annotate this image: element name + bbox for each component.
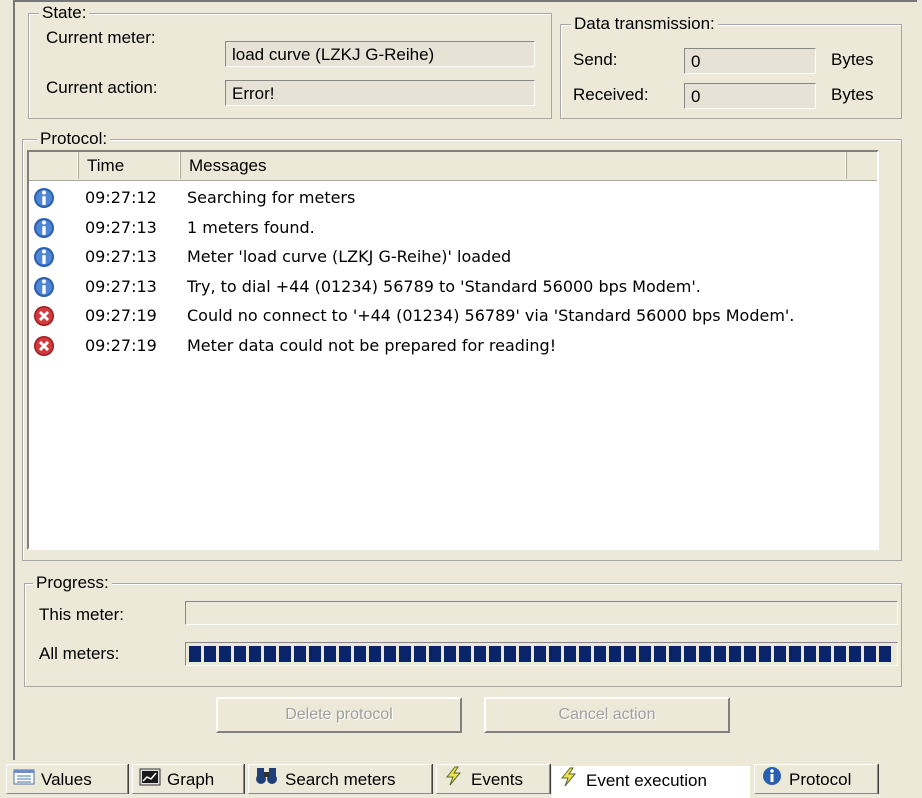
row-message: Meter data could not be prepared for rea… [187, 335, 557, 355]
tab-protocol-label: Protocol [789, 770, 852, 789]
tab-events[interactable]: Events [436, 764, 550, 794]
send-unit: Bytes [831, 50, 874, 69]
state-group: State: Current meter: load curve (LZKJ G… [28, 3, 552, 119]
tab-event-execution[interactable]: Event execution [552, 766, 750, 798]
received-field: 0 [684, 83, 816, 109]
tab-graph-label: Graph [167, 770, 215, 789]
state-group-title: State: [39, 3, 90, 23]
data-transmission-title: Data transmission: [571, 14, 718, 34]
column-header-time[interactable]: Time [79, 152, 181, 179]
column-header-icon[interactable] [29, 152, 79, 179]
row-message: Meter 'load curve (LZKJ G-Reihe)' loaded [187, 247, 512, 266]
info-icon [33, 187, 55, 209]
binoculars-icon [255, 766, 279, 796]
row-message: Could no connect to '+44 (01234) 56789' … [187, 306, 795, 325]
error-icon [33, 305, 55, 327]
tab-search-meters[interactable]: Search meters [248, 764, 432, 794]
tab-bar: Values Graph Search meters Events Event … [0, 760, 922, 798]
this-meter-progress-bar [185, 601, 898, 625]
lightning-icon [443, 766, 465, 796]
tab-events-label: Events [471, 770, 523, 789]
delete-protocol-button[interactable]: Delete protocol [216, 697, 462, 733]
error-icon [33, 335, 55, 357]
progress-group-title: Progress: [33, 573, 112, 593]
list-item[interactable]: 09:27:19 Could no connect to '+44 (01234)… [29, 303, 877, 329]
send-label: Send: [573, 50, 618, 69]
row-message: Try, to dial +44 (01234) 56789 to 'Stand… [187, 276, 701, 296]
row-time: 09:27:13 [85, 247, 157, 266]
data-transmission-group: Data transmission: Send: 0 Bytes Receive… [560, 14, 902, 119]
info-icon [33, 217, 55, 239]
row-time: 09:27:12 [85, 188, 157, 207]
column-header-filler [847, 152, 877, 179]
info-icon [33, 276, 55, 298]
row-time: 09:27:13 [85, 217, 157, 237]
current-meter-label: Current meter: [46, 28, 156, 47]
values-icon [13, 766, 35, 796]
tab-protocol[interactable]: Protocol [754, 764, 878, 794]
tab-search-meters-label: Search meters [285, 770, 396, 789]
protocol-list[interactable]: Time Messages 09:27:12 Searching for mete… [27, 150, 879, 550]
all-meters-label: All meters: [39, 644, 120, 663]
all-meters-progress-bar [185, 642, 898, 666]
list-item[interactable]: 09:27:13 1 meters found. [29, 215, 877, 241]
progress-group: Progress: [24, 573, 902, 687]
cancel-action-button[interactable]: Cancel action [484, 697, 730, 733]
all-meters-progress-fill [189, 646, 894, 662]
current-action-field: Error! [225, 80, 535, 106]
current-action-label: Current action: [46, 78, 158, 97]
column-header-messages[interactable]: Messages [181, 152, 847, 179]
row-time: 09:27:13 [85, 276, 157, 296]
received-label: Received: [573, 85, 649, 104]
tab-event-execution-label: Event execution [586, 771, 707, 790]
info-icon [33, 246, 55, 268]
tab-graph[interactable]: Graph [132, 764, 244, 794]
protocol-group-title: Protocol: [37, 129, 111, 149]
tab-values-label: Values [41, 770, 92, 789]
send-field: 0 [684, 48, 816, 74]
current-meter-field: load curve (LZKJ G-Reihe) [225, 41, 535, 67]
tab-values[interactable]: Values [6, 764, 128, 794]
row-time: 09:27:19 [85, 306, 157, 325]
info-icon [761, 766, 783, 796]
list-item[interactable]: 09:27:19 Meter data could not be prepared… [29, 333, 877, 359]
list-item[interactable]: 09:27:12 Searching for meters [29, 185, 877, 211]
lightning-icon [558, 767, 580, 797]
protocol-list-header: Time Messages [29, 152, 877, 181]
list-item[interactable]: 09:27:13 Try, to dial +44 (01234) 56789 t… [29, 274, 877, 300]
row-message: 1 meters found. [187, 217, 315, 237]
graph-icon [139, 766, 161, 796]
list-item[interactable]: 09:27:13 Meter 'load curve (LZKJ G-Reihe)… [29, 244, 877, 270]
row-time: 09:27:19 [85, 335, 157, 355]
row-message: Searching for meters [187, 188, 356, 207]
received-unit: Bytes [831, 85, 874, 104]
this-meter-label: This meter: [39, 605, 125, 624]
